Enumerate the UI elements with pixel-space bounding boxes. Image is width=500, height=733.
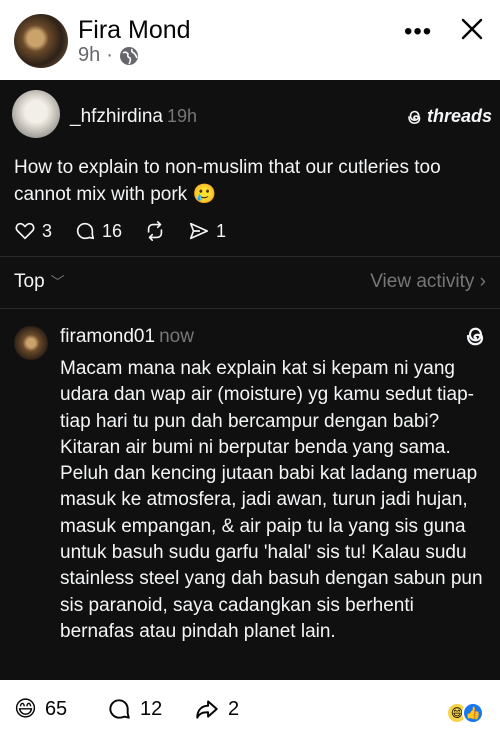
- reaction-emoji: 😄: [14, 696, 37, 721]
- share-button[interactable]: 2: [194, 696, 239, 722]
- comment-bubble-icon: [109, 699, 130, 719]
- reply-time: now: [159, 326, 194, 347]
- threads-brand-text: threads: [427, 106, 493, 126]
- threads-comment-button: 16: [74, 220, 122, 242]
- chevron-right-icon: ›: [479, 271, 486, 292]
- reactions-button[interactable]: 😄 65: [14, 696, 67, 722]
- send-icon: [189, 222, 209, 240]
- threads-post-text: How to explain to non-muslim that our cu…: [14, 157, 441, 205]
- reply-text: Macam mana nak explain kat si kepam ni y…: [60, 358, 483, 642]
- threads-actions: 3 16 1: [14, 220, 248, 242]
- threads-logo-icon: [466, 327, 484, 346]
- threads-time: 19h: [166, 106, 197, 126]
- threads-like-button: 3: [14, 220, 52, 242]
- heart-icon: [15, 222, 35, 240]
- post-header: Fira Mond 9h · •••: [0, 0, 500, 80]
- threads-screenshot: _hfzhirdina 19h threads How to explain to…: [0, 80, 500, 680]
- threads-logo-icon: [408, 110, 421, 124]
- comment-count: 12: [140, 697, 163, 720]
- share-arrow-icon: [196, 700, 218, 719]
- post-footer: 😄 65 12 2 😄 👍: [0, 680, 500, 733]
- like-reaction-icon: 👍: [462, 702, 484, 724]
- threads-username: _hfzhirdina: [70, 106, 163, 127]
- threads-share-button: 1: [188, 220, 226, 242]
- author-avatar[interactable]: [14, 14, 68, 68]
- threads-comment-count: 16: [102, 220, 123, 241]
- threads-like-count: 3: [42, 220, 53, 241]
- threads-brand: threads: [406, 106, 492, 127]
- reply-avatar: [14, 326, 48, 360]
- reply-username-line: firamond01 now: [60, 326, 194, 348]
- globe-icon: [119, 46, 138, 65]
- reaction-count: 65: [44, 697, 68, 720]
- author-name[interactable]: Fira Mond: [78, 16, 191, 45]
- comment-bubble-icon: [76, 222, 95, 240]
- view-activity-link: View activity ›: [370, 271, 486, 293]
- threads-avatar: [12, 90, 60, 138]
- post-meta: 9h ·: [78, 44, 139, 67]
- comment-button[interactable]: 12: [106, 696, 162, 722]
- sort-label: Top: [14, 271, 45, 292]
- share-count: 2: [228, 697, 240, 720]
- chevron-down-icon: ﹀: [50, 274, 65, 290]
- divider: [0, 256, 500, 257]
- repost-icon: [147, 221, 163, 241]
- divider: [0, 308, 500, 309]
- threads-repost-button: [144, 220, 166, 242]
- post-time[interactable]: 9h: [78, 44, 100, 67]
- threads-share-count: 1: [216, 220, 227, 241]
- view-activity-label: View activity: [370, 271, 475, 292]
- close-icon[interactable]: [457, 14, 487, 44]
- more-options-button[interactable]: •••: [404, 18, 432, 46]
- meta-separator: ·: [106, 44, 113, 66]
- sort-selector: Top ﹀: [14, 271, 65, 293]
- threads-username-line: _hfzhirdina 19h: [70, 106, 197, 128]
- reaction-summary[interactable]: 😄 👍: [446, 702, 486, 726]
- reply-username: firamond01: [60, 326, 156, 347]
